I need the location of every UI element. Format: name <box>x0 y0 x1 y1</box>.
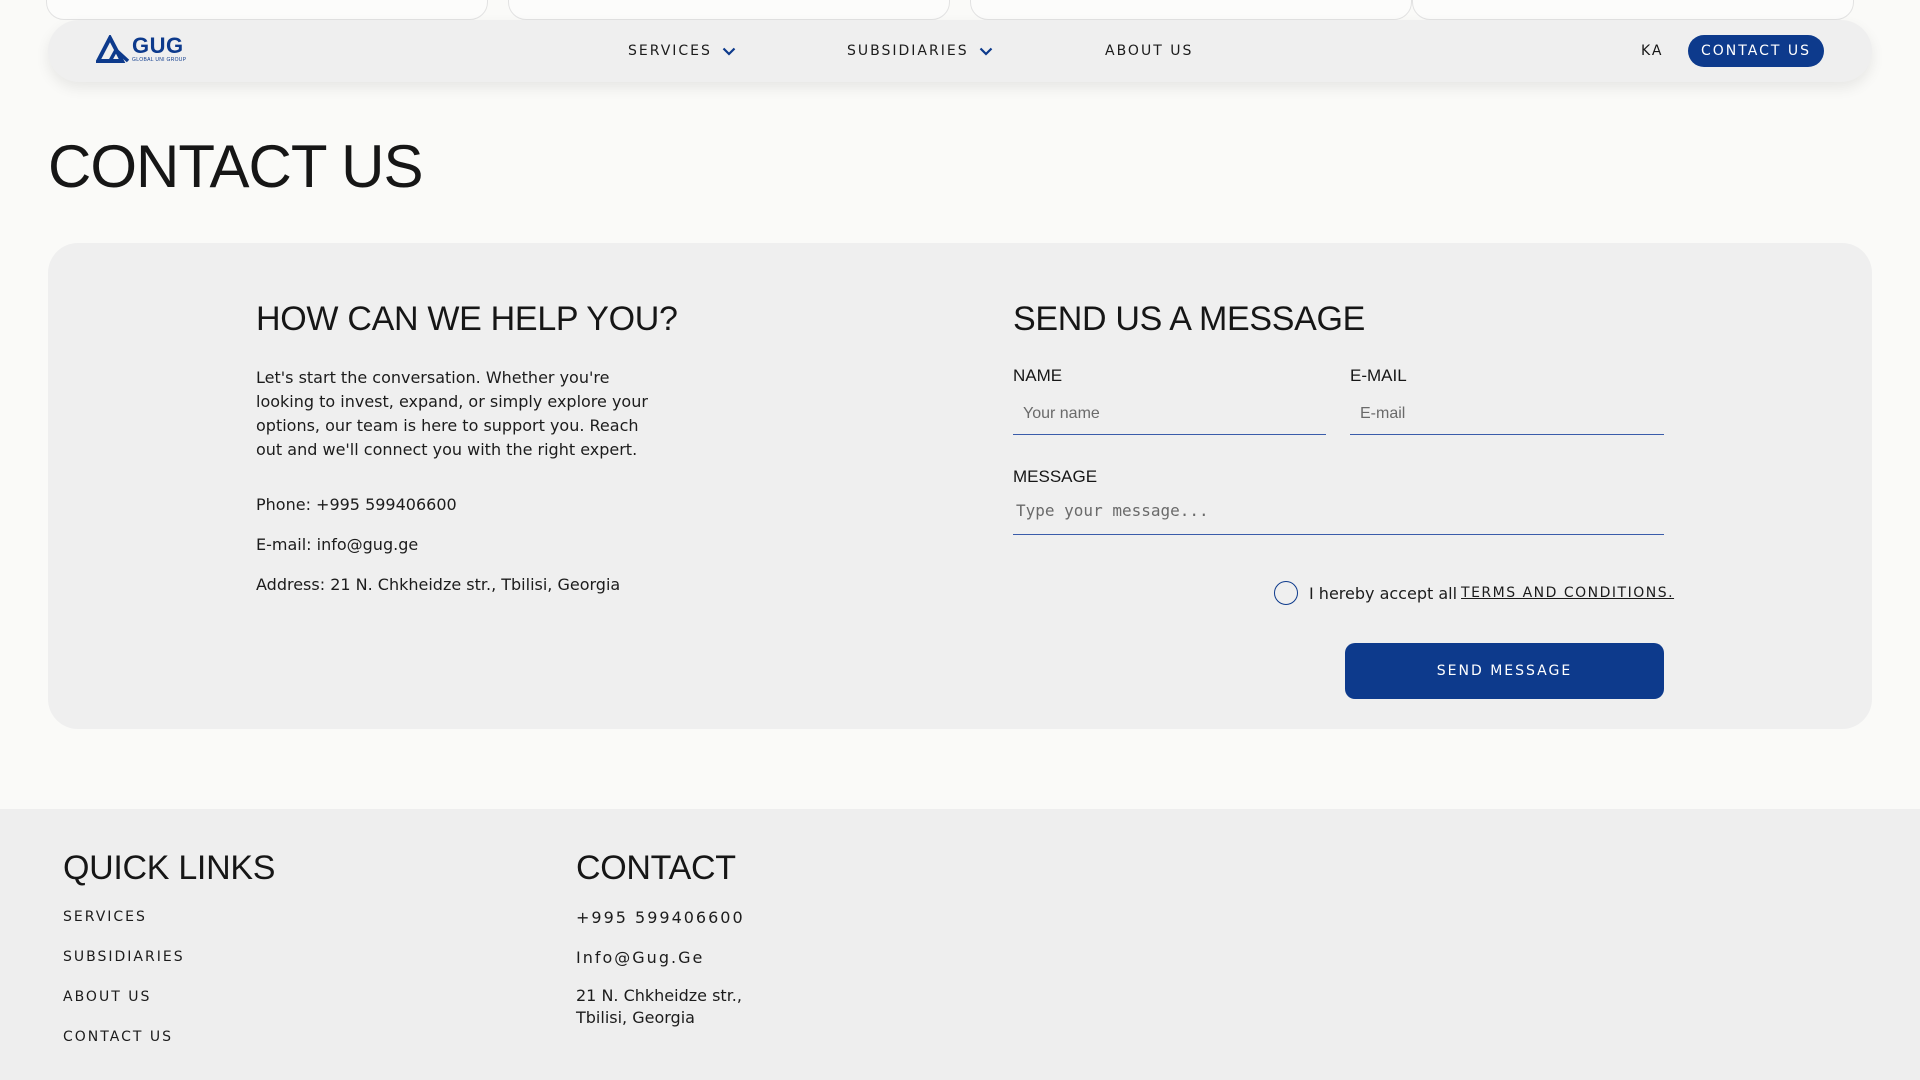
navbar: GUG GLOBAL UNI GROUP SERVICES SUBSIDIARI… <box>48 20 1872 82</box>
background-cards <box>0 0 1920 22</box>
terms-row: I hereby accept all TERMS AND CONDITIONS… <box>1274 581 1674 605</box>
chevron-down-icon <box>722 47 736 56</box>
contact-card: HOW CAN WE HELP YOU? Let's start the con… <box>48 243 1872 729</box>
footer-link-services[interactable]: SERVICES <box>63 909 147 925</box>
help-text: Let's start the conversation. Whether yo… <box>256 368 648 459</box>
nav-contact-button[interactable]: CONTACT US <box>1688 35 1824 67</box>
footer-contact-heading: CONTACT <box>576 849 736 887</box>
page-title: CONTACT US <box>48 133 423 200</box>
name-input[interactable] <box>1013 393 1326 435</box>
footer-phone[interactable]: +995 599406600 <box>576 908 745 927</box>
name-label: NAME <box>1013 366 1063 385</box>
email-label: E-MAIL <box>1350 366 1407 385</box>
contact-phone: Phone: +995 599406600 <box>256 495 457 514</box>
message-input[interactable] <box>1013 495 1664 535</box>
terms-checkbox[interactable] <box>1274 581 1298 605</box>
logo-mountain-icon <box>96 35 130 63</box>
email-input[interactable] <box>1350 393 1664 435</box>
footer-address-line2: Tbilisi, Georgia <box>576 1008 695 1027</box>
send-message-button[interactable]: SEND MESSAGE <box>1345 643 1664 699</box>
chevron-down-icon <box>979 47 992 56</box>
nav-subsidiaries-label: SUBSIDIARIES <box>847 43 969 59</box>
footer: QUICK LINKS SERVICES SUBSIDIARIES ABOUT … <box>0 809 1920 1080</box>
terms-text: I hereby accept all <box>1309 583 1458 603</box>
logo-subtext: GLOBAL UNI GROUP <box>132 57 187 63</box>
quick-links-heading: QUICK LINKS <box>63 849 276 887</box>
help-heading: HOW CAN WE HELP YOU? <box>256 300 678 338</box>
footer-email[interactable]: Info@Gug.Ge <box>576 948 704 967</box>
nav-services[interactable]: SERVICES <box>628 43 736 59</box>
contact-email: E-mail: info@gug.ge <box>256 535 419 554</box>
footer-link-contact-us[interactable]: CONTACT US <box>63 1029 173 1045</box>
nav-about-label: ABOUT US <box>1105 43 1194 59</box>
nav-subsidiaries[interactable]: SUBSIDIARIES <box>847 43 993 59</box>
logo[interactable]: GUG GLOBAL UNI GROUP <box>96 35 186 63</box>
footer-address: 21 N. Chkheidze str., Tbilisi, Georgia <box>576 985 776 1029</box>
background-card <box>46 0 488 20</box>
logo-text: GUG <box>132 33 184 58</box>
language-switch[interactable]: KA <box>1641 43 1664 59</box>
nav-about-us[interactable]: ABOUT US <box>1105 43 1193 59</box>
terms-link[interactable]: TERMS AND CONDITIONS. <box>1461 585 1674 601</box>
background-card <box>1412 0 1854 20</box>
contact-address: Address: 21 N. Chkheidze str., Tbilisi, … <box>256 575 621 594</box>
message-label: MESSAGE <box>1013 467 1098 486</box>
background-card <box>970 0 1412 20</box>
footer-address-line1: 21 N. Chkheidze str., <box>576 986 742 1005</box>
nav-services-label: SERVICES <box>628 43 712 59</box>
background-card <box>508 0 950 20</box>
send-message-heading: SEND US A MESSAGE <box>1013 300 1366 338</box>
footer-link-about-us[interactable]: ABOUT US <box>63 989 151 1005</box>
footer-link-subsidiaries[interactable]: SUBSIDIARIES <box>63 949 185 965</box>
